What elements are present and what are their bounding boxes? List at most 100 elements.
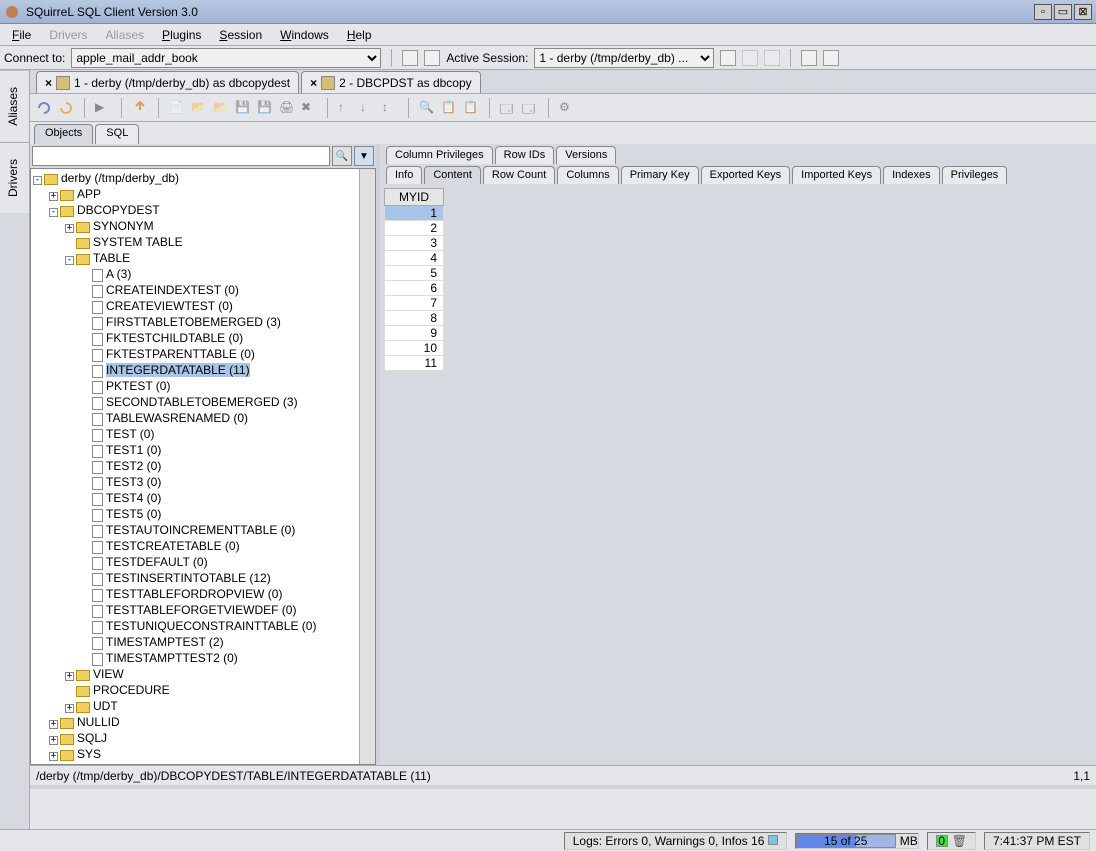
tree-node[interactable]: TEST5 (0) bbox=[33, 507, 373, 523]
table-row[interactable]: 8 bbox=[385, 311, 444, 326]
plugin-icon[interactable]: ⚙ bbox=[559, 100, 575, 116]
tree-node[interactable]: -TABLE bbox=[33, 251, 373, 267]
tree-node[interactable]: FKTESTCHILDTABLE (0) bbox=[33, 331, 373, 347]
menu-windows[interactable]: Windows bbox=[280, 28, 329, 42]
tree-node[interactable]: -derby (/tmp/derby_db) bbox=[33, 171, 373, 187]
tree-node[interactable]: TESTUNIQUECONSTRAINTTABLE (0) bbox=[33, 619, 373, 635]
expand-icon[interactable]: - bbox=[49, 208, 58, 217]
table-row[interactable]: 3 bbox=[385, 236, 444, 251]
search-icon[interactable]: 🔍 bbox=[332, 146, 352, 166]
detail-tab[interactable]: Row IDs bbox=[495, 146, 555, 164]
menu-aliases[interactable]: Aliases bbox=[105, 28, 144, 42]
side-tab-aliases[interactable]: Aliases bbox=[0, 70, 29, 142]
tree-node[interactable]: FIRSTTABLETOBEMERGED (3) bbox=[33, 315, 373, 331]
expand-icon[interactable]: + bbox=[49, 720, 58, 729]
menu-session[interactable]: Session bbox=[219, 28, 262, 42]
detail-tab[interactable]: Versions bbox=[556, 146, 616, 164]
expand-icon[interactable]: + bbox=[65, 672, 74, 681]
active-session-select[interactable]: 1 - derby (/tmp/derby_db) ... bbox=[534, 48, 714, 68]
connect-icon[interactable] bbox=[402, 50, 418, 66]
tree-node[interactable]: A (3) bbox=[33, 267, 373, 283]
tree-node[interactable]: TIMESTAMPTTEST2 (0) bbox=[33, 651, 373, 667]
table-cell[interactable]: 7 bbox=[385, 296, 444, 311]
table-cell[interactable]: 8 bbox=[385, 311, 444, 326]
table-row[interactable]: 4 bbox=[385, 251, 444, 266]
table-cell[interactable]: 6 bbox=[385, 281, 444, 296]
trash-icon[interactable]: 🗑 bbox=[952, 834, 967, 848]
run-icon[interactable]: ▶ bbox=[95, 100, 111, 116]
tree-node[interactable]: TEST1 (0) bbox=[33, 443, 373, 459]
table-row[interactable]: 5 bbox=[385, 266, 444, 281]
expand-icon[interactable]: + bbox=[49, 736, 58, 745]
table-cell[interactable]: 10 bbox=[385, 341, 444, 356]
toolbar-icon-3[interactable] bbox=[823, 50, 839, 66]
tree-node[interactable]: TESTINSERTINTOTABLE (12) bbox=[33, 571, 373, 587]
tree-node[interactable]: +SQLJ bbox=[33, 731, 373, 747]
table-cell[interactable]: 2 bbox=[385, 221, 444, 236]
tree-node[interactable]: +SYS bbox=[33, 747, 373, 763]
table-cell[interactable]: 4 bbox=[385, 251, 444, 266]
new-session-icon[interactable] bbox=[424, 50, 440, 66]
table-row[interactable]: 11 bbox=[385, 356, 444, 371]
data-table[interactable]: MYID 1234567891011 bbox=[384, 188, 444, 371]
rotate-icon[interactable] bbox=[58, 100, 74, 116]
table-cell[interactable]: 1 bbox=[385, 206, 444, 221]
detail-tab[interactable]: Column Privileges bbox=[386, 146, 493, 164]
toolbar-icon-1[interactable] bbox=[720, 50, 736, 66]
tree-node[interactable]: TESTDEFAULT (0) bbox=[33, 555, 373, 571]
table-row[interactable]: 7 bbox=[385, 296, 444, 311]
close-icon[interactable]: × bbox=[45, 76, 52, 90]
tree-node[interactable]: TESTAUTOINCREMENTTABLE (0) bbox=[33, 523, 373, 539]
expand-icon[interactable]: + bbox=[49, 192, 58, 201]
tree-node[interactable]: +UDT bbox=[33, 699, 373, 715]
side-tab-drivers[interactable]: Drivers bbox=[0, 142, 29, 213]
stop-icon[interactable] bbox=[764, 50, 780, 66]
tree-node[interactable]: TEST3 (0) bbox=[33, 475, 373, 491]
tree-node[interactable]: TEST2 (0) bbox=[33, 459, 373, 475]
table-cell[interactable]: 11 bbox=[385, 356, 444, 371]
table-cell[interactable]: 5 bbox=[385, 266, 444, 281]
tree-node[interactable]: TESTTABLEFORGETVIEWDEF (0) bbox=[33, 603, 373, 619]
close-button[interactable]: ⊠ bbox=[1074, 4, 1092, 20]
tab-objects[interactable]: Objects bbox=[34, 124, 93, 144]
clip-icon[interactable]: 📋 bbox=[463, 100, 479, 116]
detail-tab[interactable]: Row Count bbox=[483, 166, 555, 184]
tree-node[interactable]: TEST4 (0) bbox=[33, 491, 373, 507]
table-row[interactable]: 9 bbox=[385, 326, 444, 341]
menu-file[interactable]: File bbox=[12, 28, 31, 42]
menu-help[interactable]: Help bbox=[347, 28, 372, 42]
updown-icon[interactable]: ↕ bbox=[382, 100, 398, 116]
expand-icon[interactable]: + bbox=[65, 704, 74, 713]
down-icon[interactable]: ↓ bbox=[360, 100, 376, 116]
tree-node[interactable]: +VIEW bbox=[33, 667, 373, 683]
tree-node[interactable]: TABLEWASRENAMED (0) bbox=[33, 411, 373, 427]
table-row[interactable]: 1 bbox=[385, 206, 444, 221]
detail-tab[interactable]: Indexes bbox=[883, 166, 940, 184]
tree-node[interactable]: SYSTEM TABLE bbox=[33, 235, 373, 251]
logs-status[interactable]: Logs: Errors 0, Warnings 0, Infos 16 bbox=[564, 832, 787, 850]
detail-tab[interactable]: Imported Keys bbox=[792, 166, 881, 184]
tab-sql[interactable]: SQL bbox=[95, 124, 139, 144]
tree-node[interactable]: PKTEST (0) bbox=[33, 379, 373, 395]
expand-icon[interactable]: + bbox=[65, 224, 74, 233]
print-icon[interactable]: 🖨 bbox=[279, 100, 295, 116]
detail-tab[interactable]: Primary Key bbox=[621, 166, 699, 184]
export-icon[interactable] bbox=[132, 100, 148, 116]
maximize-button[interactable]: ▭ bbox=[1054, 4, 1072, 20]
table-cell[interactable]: 9 bbox=[385, 326, 444, 341]
tree-node[interactable]: TIMESTAMPTEST (2) bbox=[33, 635, 373, 651]
save-icon[interactable]: 💾 bbox=[235, 100, 251, 116]
menu-plugins[interactable]: Plugins bbox=[162, 28, 201, 42]
minimize-button[interactable]: ▫ bbox=[1034, 4, 1052, 20]
tree-node[interactable]: FKTESTPARENTTABLE (0) bbox=[33, 347, 373, 363]
saveall-icon[interactable]: 💾 bbox=[257, 100, 273, 116]
tree-node[interactable]: +SYNONYM bbox=[33, 219, 373, 235]
detail-tab[interactable]: Info bbox=[386, 166, 422, 184]
tree-node[interactable]: TESTCREATETABLE (0) bbox=[33, 539, 373, 555]
menu-drivers[interactable]: Drivers bbox=[49, 28, 87, 42]
session-tab-2[interactable]: × 2 - DBCPDST as dbcopy bbox=[301, 71, 481, 93]
object-tree[interactable]: -derby (/tmp/derby_db)+APP-DBCOPYDEST+SY… bbox=[30, 168, 376, 765]
table-cell[interactable]: 3 bbox=[385, 236, 444, 251]
refresh-icon[interactable] bbox=[36, 100, 52, 116]
window-icon[interactable]: 🗔 bbox=[500, 100, 516, 116]
